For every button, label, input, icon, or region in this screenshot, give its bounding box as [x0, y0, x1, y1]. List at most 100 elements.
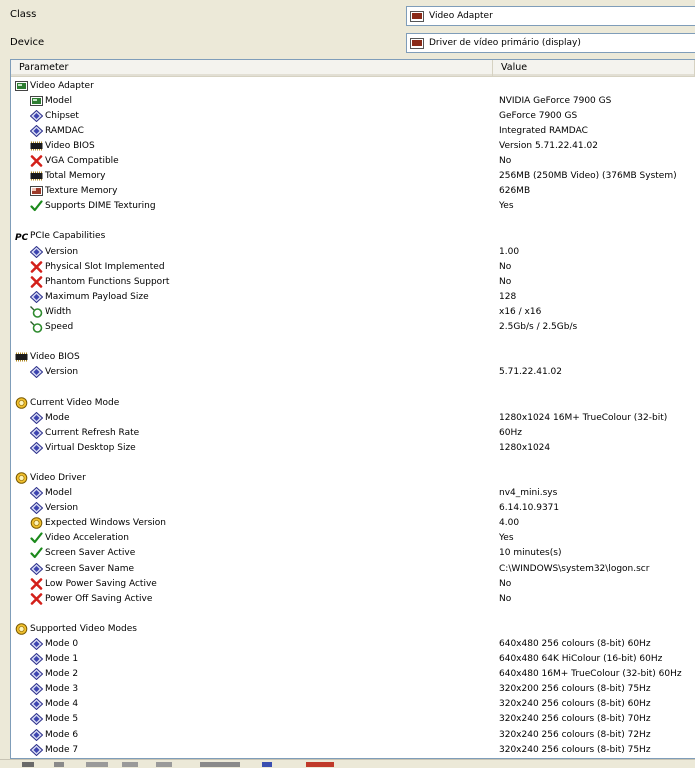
table-row[interactable]: Current Refresh Rate 60Hz — [11, 425, 695, 440]
table-row[interactable]: RAMDAC Integrated RAMDAC — [11, 123, 695, 138]
column-header-value[interactable]: Value — [493, 60, 695, 76]
parameter-label: Current Video Mode — [30, 397, 120, 408]
parameter-cell: Mode 1 — [11, 652, 493, 666]
value-cell: 640x480 64K HiColour (16-bit) 60Hz — [499, 654, 663, 665]
table-row[interactable]: Physical Slot Implemented No — [11, 259, 695, 274]
value-cell: 128 — [499, 291, 517, 302]
group-row[interactable]: Current Video Mode — [11, 395, 695, 410]
table-row[interactable]: Mode 7 320x240 256 colours (8-bit) 75Hz — [11, 742, 695, 757]
parameter-cell: Version — [11, 366, 493, 379]
table-row[interactable]: Expected Windows Version 4.00 — [11, 516, 695, 531]
diamond-property-icon — [29, 290, 44, 304]
parameter-cell: Supported Video Modes — [11, 623, 493, 635]
red-x-icon — [30, 260, 43, 273]
blank-row — [11, 335, 695, 350]
parameter-label: Mode 1 — [45, 654, 79, 665]
table-row[interactable]: Mode 4 320x240 256 colours (8-bit) 60Hz — [11, 697, 695, 712]
parameter-label: Speed — [45, 322, 74, 333]
table-row[interactable]: Screen Saver Active 10 minutes(s) — [11, 546, 695, 561]
diamond-property-icon — [29, 441, 44, 454]
table-row[interactable]: Total Memory 256MB (250MB Video) (376MB S… — [11, 169, 695, 184]
table-row[interactable]: Mode 5 320x240 256 colours (8-bit) 70Hz — [11, 712, 695, 727]
connector-icon — [30, 305, 43, 318]
device-combobox[interactable]: Driver de vídeo primário (display) — [406, 33, 695, 53]
value-cell: Integrated RAMDAC — [499, 125, 588, 136]
table-row[interactable]: Power Off Saving Active No — [11, 591, 695, 606]
table-row[interactable]: Model NVIDIA GeForce 7900 GS — [11, 93, 695, 108]
parameter-label: Phantom Functions Support — [45, 276, 170, 287]
toolbar-button-icon[interactable] — [22, 762, 34, 767]
table-row[interactable]: Speed 2.5Gb/s / 2.5Gb/s — [11, 320, 695, 335]
table-row[interactable]: Width x16 / x16 — [11, 304, 695, 319]
connector-icon — [30, 321, 43, 333]
parameter-cell: Model — [11, 486, 493, 500]
parameter-label: Model — [45, 95, 73, 106]
parameter-label: Mode 6 — [45, 729, 79, 740]
parameter-label: Mode — [45, 412, 70, 423]
table-row[interactable]: VGA Compatible No — [11, 153, 695, 168]
toolbar-button-icon[interactable] — [306, 762, 334, 767]
group-row[interactable]: PCIPCIe Capabilities — [11, 229, 695, 244]
parameter-label: Mode 0 — [45, 639, 79, 650]
parameter-cell: Video Adapter — [11, 80, 493, 92]
table-row[interactable]: Mode 0 640x480 256 colours (8-bit) 60Hz — [11, 636, 695, 651]
diamond-property-icon — [29, 411, 44, 424]
table-row[interactable]: Mode 2 640x480 16M+ TrueColour (32-bit) 6… — [11, 667, 695, 682]
table-row[interactable]: Version 5.71.22.41.02 — [11, 365, 695, 380]
value-cell: 640x480 256 colours (8-bit) 60Hz — [499, 639, 651, 650]
toolbar-button-icon[interactable] — [200, 762, 240, 767]
toolbar-button-icon[interactable] — [156, 762, 172, 767]
table-row[interactable]: Supports DIME Texturing Yes — [11, 199, 695, 214]
class-combobox[interactable]: Video Adapter — [406, 6, 695, 26]
parameter-cell: Mode 5 — [11, 713, 493, 726]
table-row[interactable]: Video Acceleration Yes — [11, 531, 695, 546]
parameter-label: Video Acceleration — [45, 533, 130, 544]
group-row[interactable]: Video BIOS — [11, 350, 695, 365]
table-row[interactable]: Chipset GeForce 7900 GS — [11, 108, 695, 123]
table-row[interactable]: Mode 6 320x240 256 colours (8-bit) 72Hz — [11, 727, 695, 742]
table-row[interactable]: Version 6.14.10.9371 — [11, 501, 695, 516]
group-row[interactable]: Video Adapter — [11, 78, 695, 93]
table-row[interactable]: Maximum Payload Size 128 — [11, 289, 695, 304]
table-row[interactable]: Video BIOS Version 5.71.22.41.02 — [11, 138, 695, 153]
class-value: Video Adapter — [429, 11, 493, 21]
table-row[interactable]: Screen Saver Name C:\WINDOWS\system32\log… — [11, 561, 695, 576]
blank-row — [11, 380, 695, 395]
parameter-cell: Virtual Desktop Size — [11, 441, 493, 454]
group-row[interactable]: Supported Video Modes — [11, 621, 695, 636]
value-cell: No — [499, 276, 512, 287]
table-row[interactable]: Texture Memory 626MB — [11, 184, 695, 199]
diamond-property-icon — [29, 426, 44, 439]
diamond-property-icon — [29, 366, 44, 379]
value-cell: 60Hz — [499, 427, 522, 438]
red-x-icon — [30, 155, 43, 167]
parameter-label: Virtual Desktop Size — [45, 442, 136, 453]
parameter-cell: Current Video Mode — [11, 396, 493, 409]
parameter-cell: Screen Saver Active — [11, 547, 493, 559]
toolbar-button-icon[interactable] — [86, 762, 108, 767]
table-row[interactable]: Low Power Saving Active No — [11, 576, 695, 591]
value-cell: 320x240 256 colours (8-bit) 72Hz — [499, 729, 651, 740]
toolbar-button-icon[interactable] — [54, 762, 64, 767]
table-row[interactable]: Model nv4_mini.sys — [11, 486, 695, 501]
table-row[interactable]: Phantom Functions Support No — [11, 274, 695, 289]
memory-chip-icon — [30, 170, 43, 182]
table-row[interactable]: Mode 1280x1024 16M+ TrueColour (32-bit) — [11, 410, 695, 425]
table-row[interactable]: Mode 3 320x200 256 colours (8-bit) 75Hz — [11, 682, 695, 697]
value-cell: C:\WINDOWS\system32\logon.scr — [499, 563, 650, 574]
value-cell: 1280x1024 16M+ TrueColour (32-bit) — [499, 412, 668, 423]
parameter-label: Low Power Saving Active — [45, 578, 157, 589]
column-header-parameter[interactable]: Parameter — [11, 60, 493, 76]
parameter-cell: Current Refresh Rate — [11, 426, 493, 439]
green-check-icon — [30, 200, 43, 212]
toolbar-button-icon[interactable] — [122, 762, 138, 767]
diamond-property-icon — [29, 728, 44, 741]
value-cell: 10 minutes(s) — [499, 548, 562, 559]
toolbar-button-icon[interactable] — [262, 762, 272, 767]
parameter-label: Mode 7 — [45, 744, 79, 755]
group-row[interactable]: Video Driver — [11, 470, 695, 485]
parameter-cell: Mode 4 — [11, 698, 493, 711]
table-row[interactable]: Virtual Desktop Size 1280x1024 — [11, 440, 695, 455]
table-row[interactable]: Mode 1 640x480 64K HiColour (16-bit) 60Hz — [11, 652, 695, 667]
table-row[interactable]: Version 1.00 — [11, 244, 695, 259]
